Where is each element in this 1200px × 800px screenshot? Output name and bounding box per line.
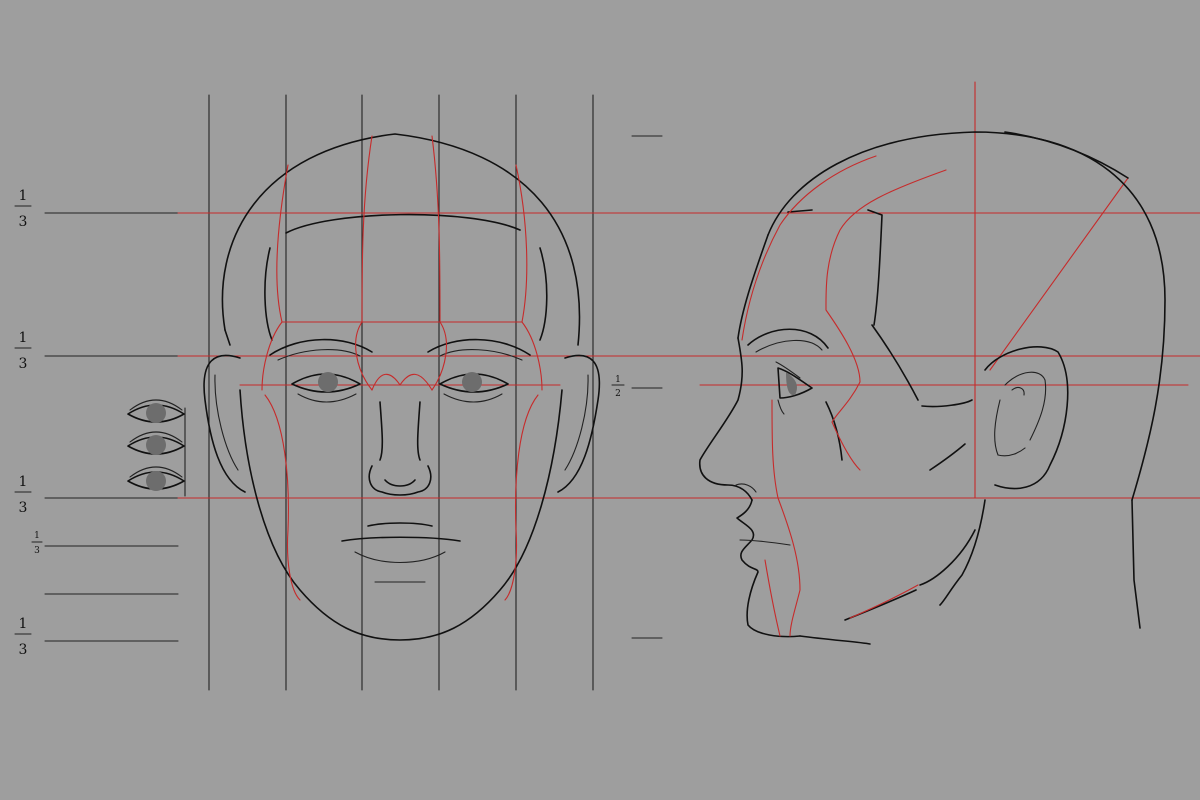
side-neck-back: [1131, 499, 1141, 629]
fraction-numerator: 1: [615, 375, 621, 385]
fraction-middle-third: 1 3: [14, 330, 32, 372]
fraction-denominator: 2: [615, 389, 621, 399]
fraction-numerator: 1: [19, 474, 28, 490]
fraction-lower-third: 1 3: [14, 474, 32, 516]
horizontal-construction-lines: [177, 212, 1200, 499]
fraction-numerator: 1: [19, 330, 28, 346]
eye-width-guide: [127, 399, 186, 497]
fraction-chin-third: 1 3: [14, 616, 32, 658]
fraction-denominator: 3: [34, 546, 40, 556]
front-right-eye: [439, 372, 509, 403]
front-mouth: [341, 522, 461, 583]
fraction-side-half: 1 2: [611, 375, 625, 399]
front-right-eyebrow: [427, 338, 531, 356]
front-left-eyebrow: [269, 338, 373, 356]
fraction-numerator: 1: [19, 616, 28, 632]
fraction-numerator: 1: [34, 531, 40, 541]
side-ear: [984, 346, 1069, 490]
front-view-head: [203, 133, 601, 641]
fraction-denominator: 3: [19, 642, 28, 658]
fraction-mouth-third: 1 3: [31, 531, 43, 556]
guide-eye-3: [127, 466, 185, 491]
fraction-denominator: 3: [19, 500, 28, 516]
side-nose-profile: [699, 337, 753, 501]
side-eye: [775, 361, 813, 415]
front-hairline: [285, 213, 521, 234]
fraction-denominator: 3: [19, 356, 28, 372]
front-nose: [368, 401, 432, 496]
side-cranium-outline: [767, 131, 1166, 501]
fraction-denominator: 3: [19, 214, 28, 230]
side-ear-outline: [984, 346, 1069, 490]
side-jaw-bottom: [799, 635, 871, 645]
side-view-ruler: 1 2: [611, 135, 663, 639]
side-view-head: [699, 81, 1166, 645]
fraction-numerator: 1: [19, 188, 28, 204]
front-left-ear: [203, 354, 246, 493]
front-left-eye: [291, 372, 361, 403]
fraction-top-third: 1 3: [14, 188, 32, 230]
front-vertical-guides: [208, 94, 594, 691]
front-construction: [261, 135, 543, 601]
guide-eye-2: [127, 431, 185, 455]
guide-eye-1: [127, 399, 185, 423]
head-proportions-diagram: 1 3 1 3 1 3 1 3 1 3 1 2: [0, 0, 1200, 800]
proportion-scale: 1 3 1 3 1 3 1 3 1 3: [14, 188, 179, 658]
side-lips-chin: [736, 499, 801, 638]
